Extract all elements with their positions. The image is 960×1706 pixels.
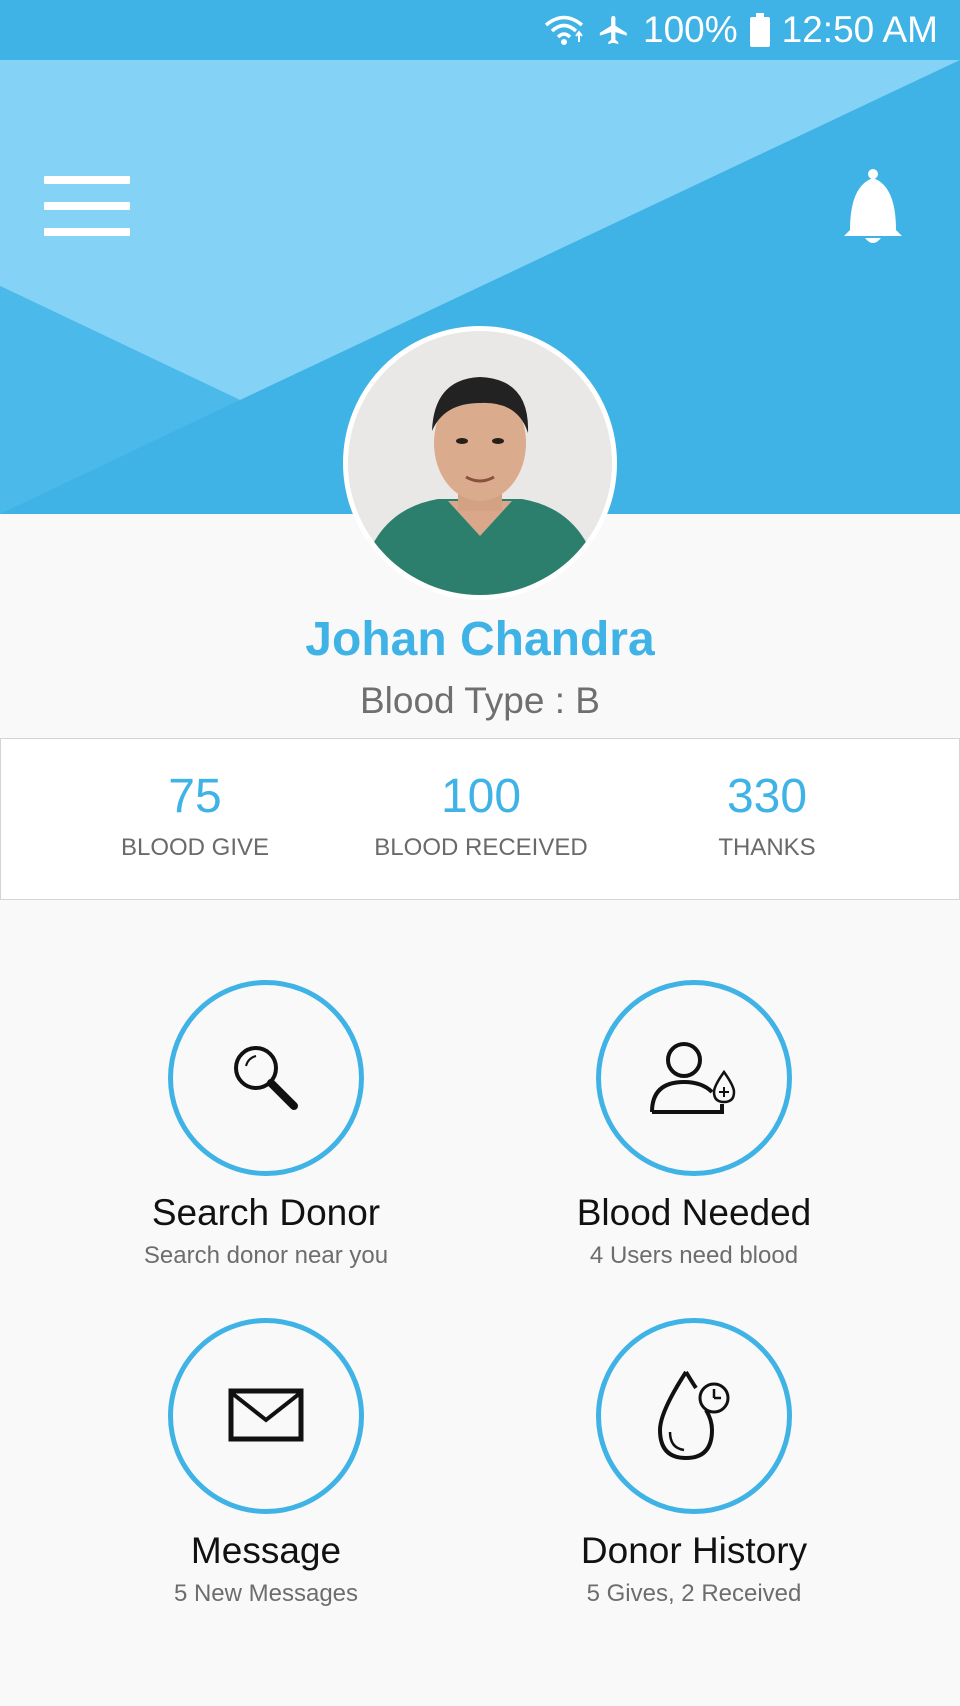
search-donor-button[interactable]: Search Donor Search donor near you [66,980,466,1270]
clock-time: 12:50 AM [781,9,938,50]
airplane-mode-icon [597,13,631,47]
notification-bell-icon[interactable] [838,166,908,246]
user-blood-drop-icon [650,1042,736,1114]
wifi-icon [543,14,585,46]
tile-subtitle: 4 Users need blood [589,1242,799,1269]
search-icon [234,1046,298,1110]
envelope-icon [228,1388,304,1442]
blood-drop-clock-icon [657,1370,730,1461]
stat-blood-received: 100 BLOOD RECEIVED [331,739,631,862]
tile-title: Blood Needed [576,1192,812,1233]
stat-value: 100 [440,770,522,823]
stat-value: 330 [726,770,808,823]
battery-icon [749,13,770,47]
stat-thanks: 330 THANKS [617,739,917,862]
stats-panel: 75 BLOOD GIVE 100 BLOOD RECEIVED 330 THA… [0,738,960,900]
search-donor-circle[interactable] [168,980,364,1176]
blood-needed-button[interactable]: Blood Needed 4 Users need blood [494,980,894,1270]
hamburger-menu-icon[interactable] [44,176,130,236]
donor-history-circle[interactable] [596,1318,792,1514]
profile-photo [348,331,612,595]
battery-percent: 100% [643,9,738,50]
blood-type: Blood Type : B [360,680,600,721]
blood-needed-circle[interactable] [596,980,792,1176]
tile-title: Message [190,1530,342,1571]
stat-label: BLOOD GIVE [120,834,270,861]
stat-label: BLOOD RECEIVED [374,834,588,861]
tile-subtitle: Search donor near you [143,1242,389,1269]
status-bar: 100% 12:50 AM [0,0,960,60]
stat-blood-give: 75 BLOOD GIVE [45,739,345,862]
tile-title: Search Donor [151,1192,381,1233]
stat-label: THANKS [718,834,816,861]
donor-history-button[interactable]: Donor History 5 Gives, 2 Received [494,1318,894,1608]
tile-subtitle: 5 New Messages [173,1580,359,1607]
message-circle[interactable] [168,1318,364,1514]
user-name: Johan Chandra [305,613,655,666]
tile-title: Donor History [580,1530,808,1571]
avatar[interactable] [343,326,617,600]
tile-subtitle: 5 Gives, 2 Received [586,1580,802,1607]
message-button[interactable]: Message 5 New Messages [66,1318,466,1608]
stat-value: 75 [168,770,222,823]
